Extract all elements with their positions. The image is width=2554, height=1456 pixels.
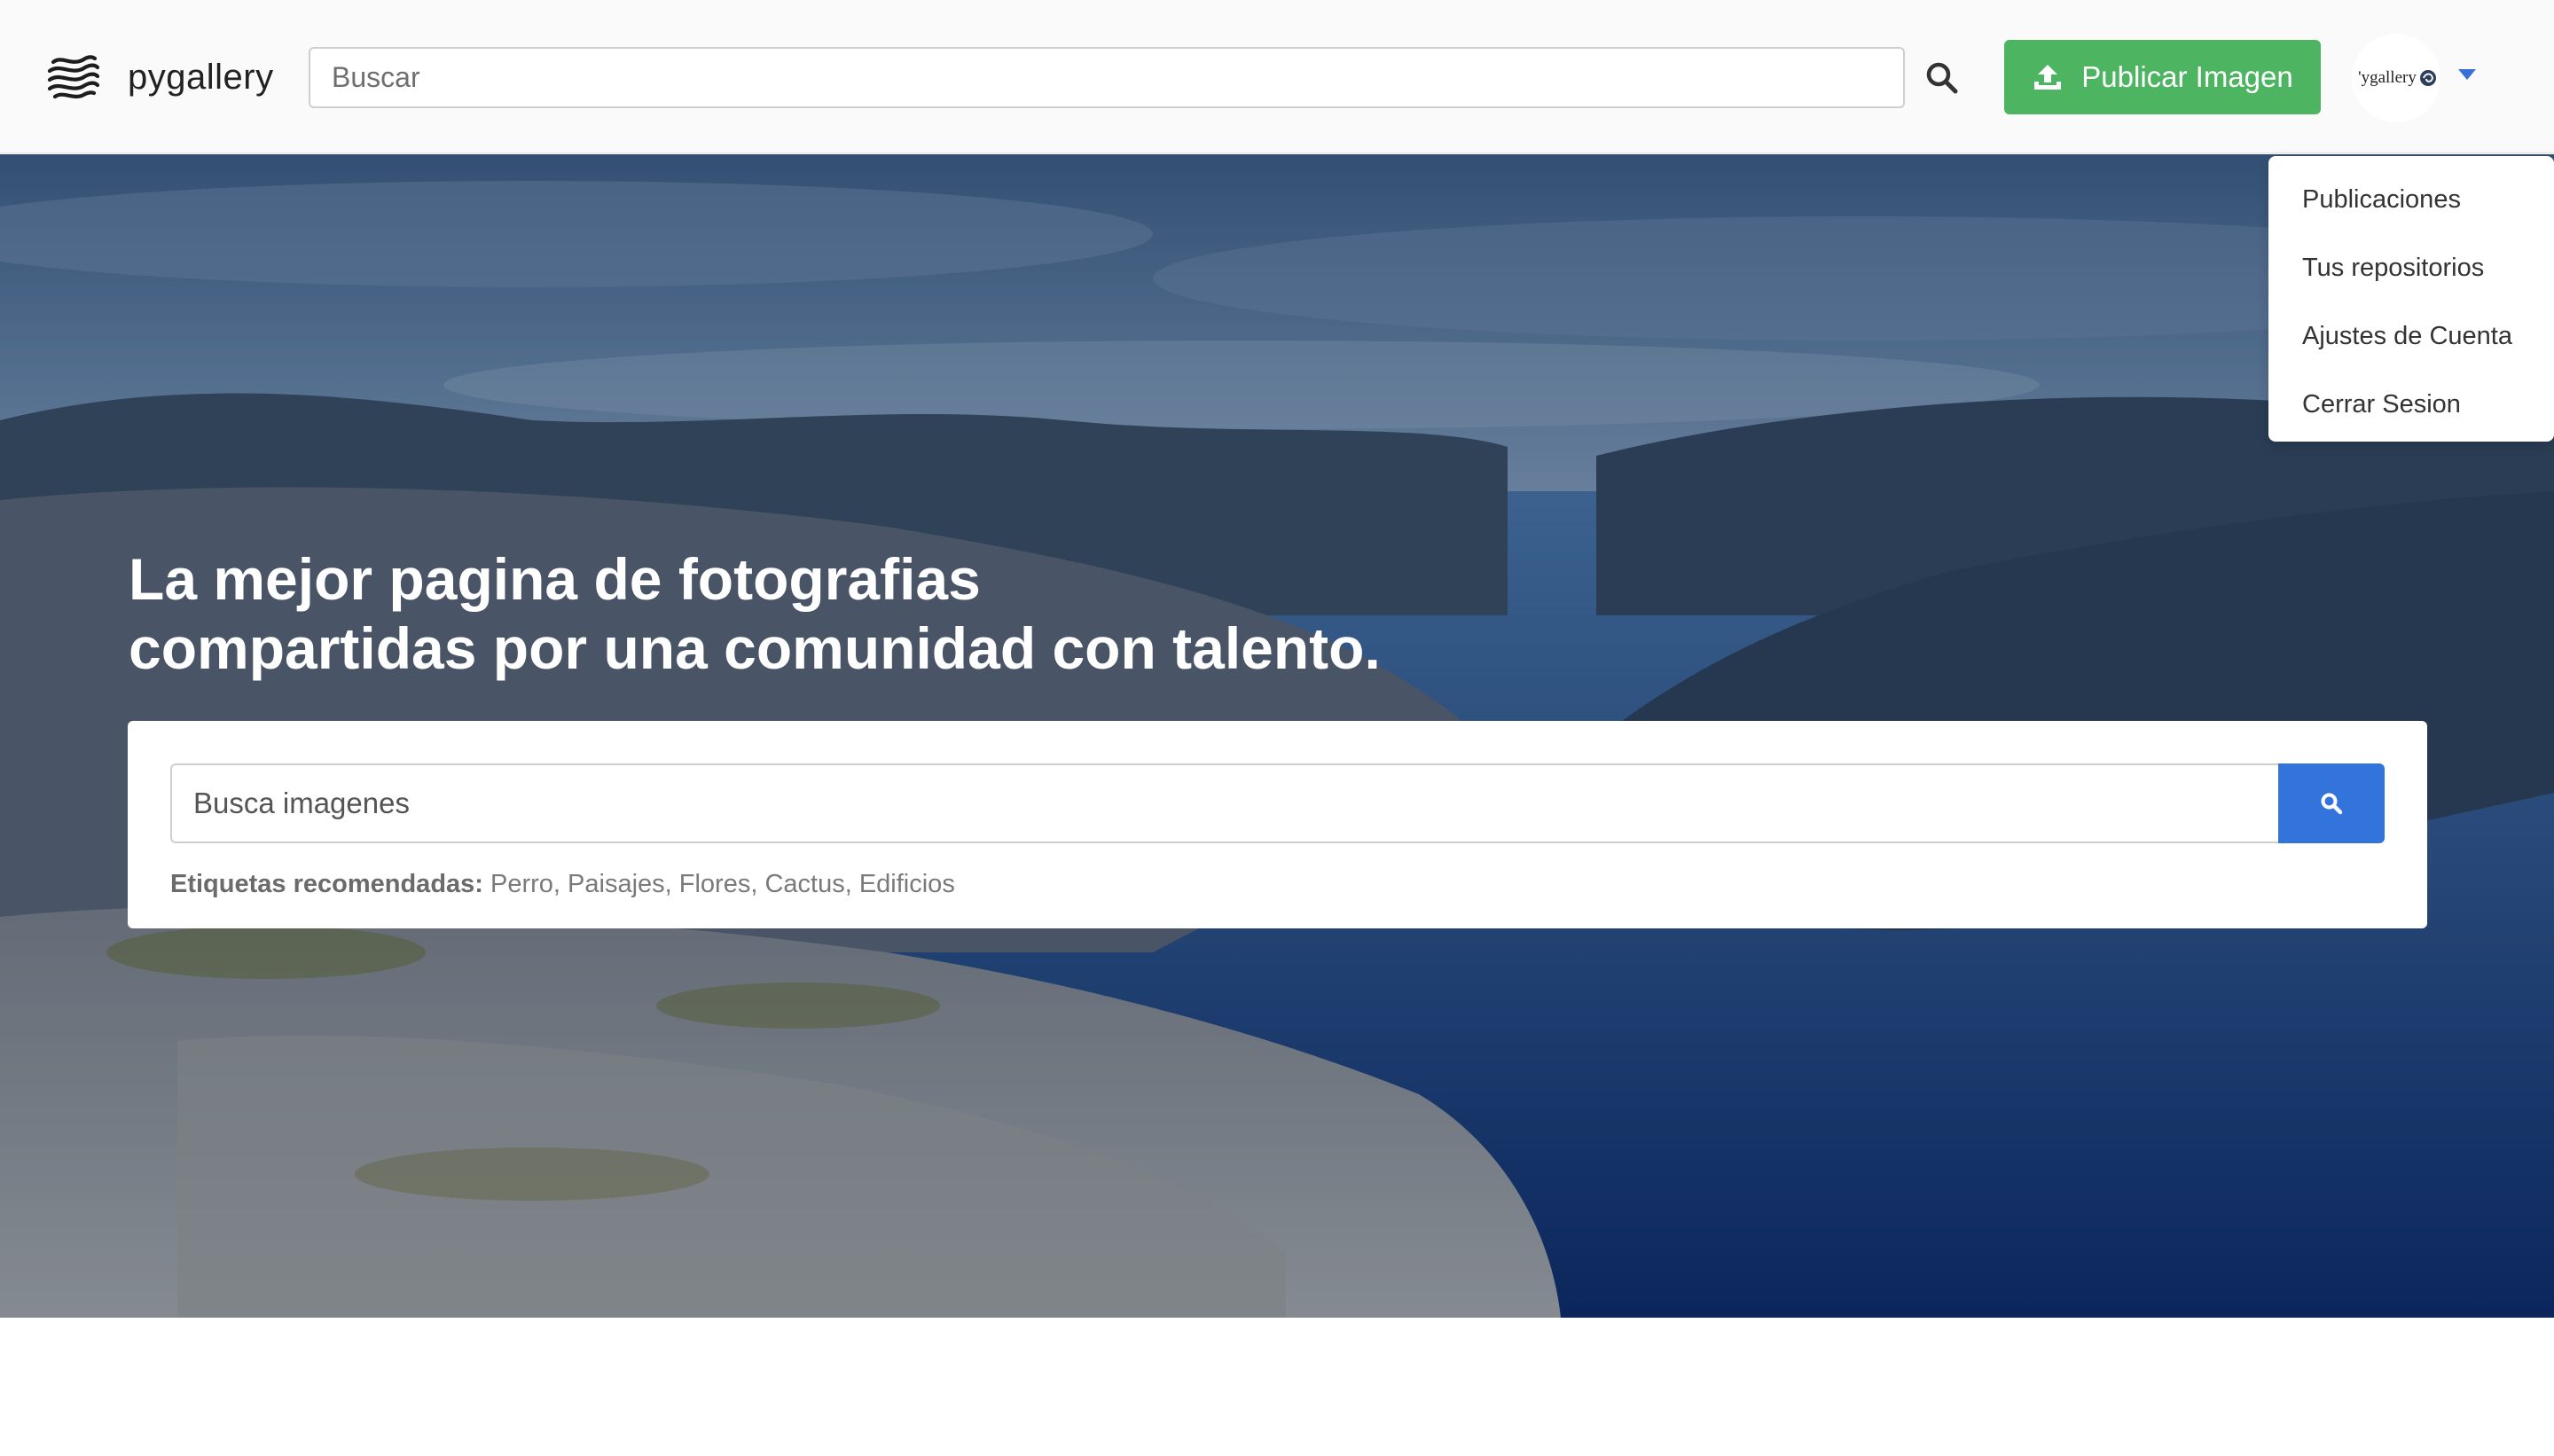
hero-search-button[interactable] [2278, 763, 2385, 843]
navbar: pygallery Publicar Imagen 'ygallery [0, 0, 2554, 153]
publish-image-button[interactable]: Publicar Imagen [2004, 40, 2321, 114]
nav-search-input[interactable] [309, 47, 1905, 108]
caret-down-icon[interactable] [2458, 69, 2476, 80]
search-icon[interactable] [1923, 59, 1962, 98]
brand-name: pygallery [128, 57, 274, 97]
user-avatar[interactable]: 'ygallery [2352, 34, 2440, 122]
hero-title: La mejor pagina de fotografias compartid… [129, 544, 1381, 683]
avatar-logo-icon [2419, 70, 2436, 86]
recommended-tags: Etiquetas recomendadas: Perro, Paisajes,… [170, 870, 955, 899]
avatar-text: 'ygallery [2358, 68, 2417, 87]
user-dropdown-menu: Publicaciones Tus repositorios Ajustes d… [2268, 156, 2554, 442]
menu-item-tus-repositorios[interactable]: Tus repositorios [2268, 247, 2554, 316]
menu-item-publicaciones[interactable]: Publicaciones [2268, 179, 2554, 247]
recommended-tags-list: Perro, Paisajes, Flores, Cactus, Edifici… [490, 870, 955, 898]
menu-item-cerrar-sesion[interactable]: Cerrar Sesion [2268, 384, 2554, 452]
upload-icon [2034, 65, 2062, 90]
menu-item-ajustes-de-cuenta[interactable]: Ajustes de Cuenta [2268, 316, 2554, 384]
wave-logo-icon [47, 55, 100, 99]
brand-link[interactable]: pygallery [46, 46, 274, 108]
recommended-tags-label: Etiquetas recomendadas: [170, 870, 483, 898]
hero-search-input[interactable] [170, 763, 2279, 843]
search-icon [2321, 793, 2343, 815]
hero-title-line1: La mejor pagina de fotografias [129, 546, 981, 612]
hero-title-line2: compartidas por una comunidad con talent… [129, 615, 1381, 681]
hero-search-card: Etiquetas recomendadas: Perro, Paisajes,… [128, 721, 2427, 928]
publish-image-label: Publicar Imagen [2081, 60, 2293, 93]
hero-section: La mejor pagina de fotografias compartid… [0, 154, 2554, 1318]
